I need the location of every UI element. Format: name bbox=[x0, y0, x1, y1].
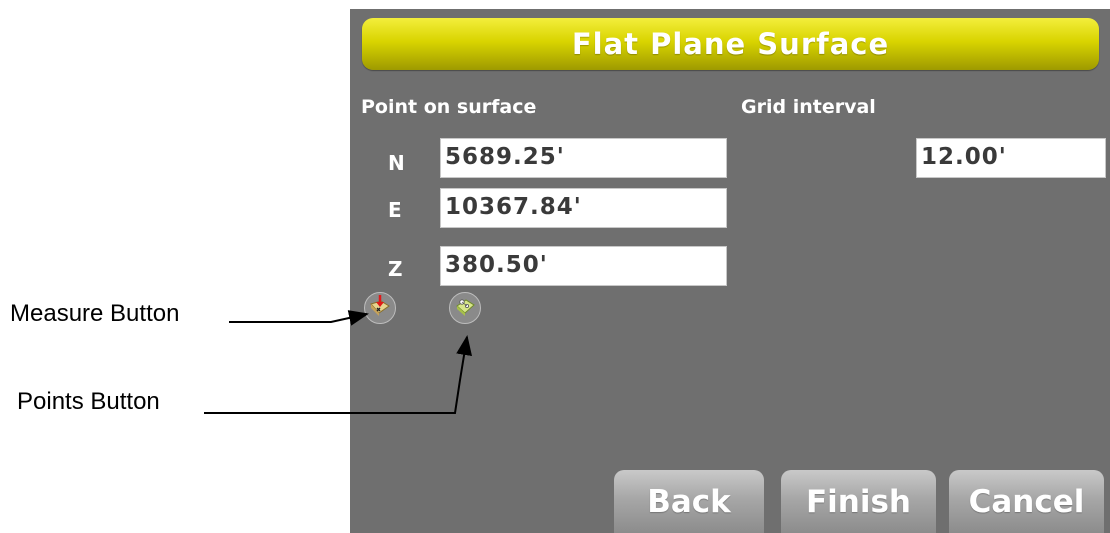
callout-lines bbox=[204, 310, 473, 414]
measure-callout-line bbox=[229, 310, 369, 326]
points-callout-line bbox=[204, 335, 473, 414]
